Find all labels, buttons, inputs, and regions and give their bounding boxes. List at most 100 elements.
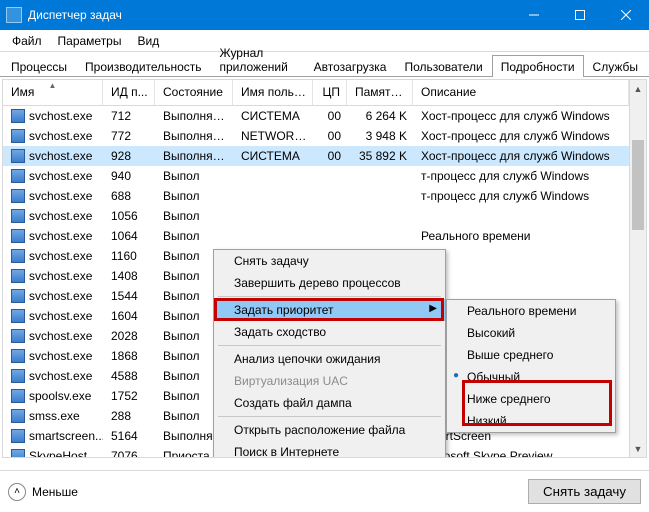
menu-item[interactable]: Открыть расположение файла (214, 419, 445, 441)
process-icon (11, 409, 25, 423)
menu-item[interactable]: Низкий (447, 410, 615, 432)
menubar: ФайлПараметрыВид (0, 30, 649, 52)
process-name: svchost.exe (29, 129, 92, 143)
cell-pid: 1604 (103, 309, 155, 323)
menu-item[interactable]: Задать сходство (214, 321, 445, 343)
table-row[interactable]: svchost.exe712Выполняет...СИСТЕМА006 264… (3, 106, 629, 126)
process-icon (11, 229, 25, 243)
process-icon (11, 429, 25, 443)
tab-5[interactable]: Подробности (492, 55, 584, 77)
cell-desc: т-процесс для служб Windows (413, 169, 629, 183)
menu-item[interactable]: Высокий (447, 322, 615, 344)
cell-state: Выпол (155, 189, 233, 203)
menu-item[interactable]: Анализ цепочки ожидания (214, 348, 445, 370)
menu-item[interactable]: Реального времени (447, 300, 615, 322)
vertical-scrollbar[interactable]: ▲ ▼ (629, 80, 646, 457)
cell-state: Выпол (155, 229, 233, 243)
process-name: spoolsv.exe (29, 389, 91, 403)
process-icon (11, 389, 25, 403)
process-name: svchost.exe (29, 149, 92, 163)
scroll-down-button[interactable]: ▼ (630, 440, 646, 457)
column-desc[interactable]: Описание (413, 80, 629, 105)
process-name: svchost.exe (29, 209, 92, 223)
tab-1[interactable]: Производительность (76, 55, 210, 77)
menu-item[interactable]: Выше среднего (447, 344, 615, 366)
cell-pid: 1064 (103, 229, 155, 243)
column-state[interactable]: Состояние (155, 80, 233, 105)
close-button[interactable] (603, 0, 649, 30)
fewer-details-label: Меньше (32, 485, 78, 499)
process-icon (11, 109, 25, 123)
process-name: svchost.exe (29, 169, 92, 183)
column-mem[interactable]: Память (... (347, 80, 413, 105)
maximize-button[interactable] (557, 0, 603, 30)
process-name: svchost.exe (29, 269, 92, 283)
menu-Параметры[interactable]: Параметры (50, 32, 130, 50)
table-row[interactable]: svchost.exe688Выполт-процесс для служб W… (3, 186, 629, 206)
tab-0[interactable]: Процессы (2, 55, 76, 77)
cell-state: Выполняет... (155, 129, 233, 143)
menu-item: Виртуализация UAC (214, 370, 445, 392)
submenu-arrow-icon: ▶ (429, 303, 437, 314)
cell-pid: 7076 (103, 449, 155, 458)
column-name[interactable]: Имя▲ (3, 80, 103, 105)
cell-pid: 5164 (103, 429, 155, 443)
menu-item[interactable]: Завершить дерево процессов (214, 272, 445, 294)
process-name: svchost.exe (29, 329, 92, 343)
menu-item[interactable]: Поиск в Интернете (214, 441, 445, 458)
tab-2[interactable]: Журнал приложений (211, 41, 305, 77)
footer: ˄ Меньше Снять задачу (0, 470, 649, 512)
scroll-thumb[interactable] (632, 140, 644, 230)
tab-strip: ПроцессыПроизводительностьЖурнал приложе… (0, 52, 649, 77)
menu-item[interactable]: Задать приоритет▶ (214, 299, 445, 321)
cell-user: NETWORK... (233, 129, 313, 143)
menu-item[interactable]: Снять задачу (214, 250, 445, 272)
menu-item[interactable]: Ниже среднего (447, 388, 615, 410)
menu-Файл[interactable]: Файл (4, 32, 50, 50)
titlebar: Диспетчер задач (0, 0, 649, 30)
process-name: svchost.exe (29, 109, 92, 123)
tab-3[interactable]: Автозагрузка (305, 55, 396, 77)
table-row[interactable]: svchost.exe928Выполняет...СИСТЕМА0035 89… (3, 146, 629, 166)
process-icon (11, 129, 25, 143)
process-icon (11, 149, 25, 163)
menu-Вид[interactable]: Вид (129, 32, 167, 50)
fewer-details-button[interactable]: ˄ Меньше (8, 483, 78, 501)
table-row[interactable]: svchost.exe772Выполняет...NETWORK...003 … (3, 126, 629, 146)
process-icon (11, 249, 25, 263)
process-icon (11, 209, 25, 223)
process-icon (11, 369, 25, 383)
cell-pid: 772 (103, 129, 155, 143)
process-icon (11, 349, 25, 363)
cell-pid: 1868 (103, 349, 155, 363)
tab-4[interactable]: Пользователи (395, 55, 491, 77)
cell-pid: 1056 (103, 209, 155, 223)
table-row[interactable]: svchost.exe1064ВыполРеального времени (3, 226, 629, 246)
column-pid[interactable]: ИД п... (103, 80, 155, 105)
process-icon (11, 329, 25, 343)
table-row[interactable]: svchost.exe940Выполт-процесс для служб W… (3, 166, 629, 186)
cell-pid: 4588 (103, 369, 155, 383)
table-row[interactable]: svchost.exe1056Выпол (3, 206, 629, 226)
column-cpu[interactable]: ЦП (313, 80, 347, 105)
menu-item[interactable]: Создать файл дампа (214, 392, 445, 414)
process-name: svchost.exe (29, 309, 92, 323)
scroll-up-button[interactable]: ▲ (630, 80, 646, 97)
column-user[interactable]: Имя польз... (233, 80, 313, 105)
cell-desc: т-процесс для служб Windows (413, 189, 629, 203)
cell-mem: 35 892 K (347, 149, 413, 163)
window-title: Диспетчер задач (28, 8, 511, 22)
minimize-button[interactable] (511, 0, 557, 30)
app-icon (6, 7, 22, 23)
tab-6[interactable]: Службы (584, 55, 647, 77)
process-icon (11, 309, 25, 323)
menu-item[interactable]: Обычный (447, 366, 615, 388)
cell-pid: 712 (103, 109, 155, 123)
cell-cpu: 00 (313, 109, 347, 123)
menu-separator (218, 416, 441, 417)
cell-pid: 928 (103, 149, 155, 163)
priority-submenu: Реального времениВысокийВыше среднегоОбы… (446, 299, 616, 433)
end-task-button[interactable]: Снять задачу (528, 479, 641, 504)
cell-desc: Хост-процесс для служб Windows (413, 129, 629, 143)
cell-pid: 1408 (103, 269, 155, 283)
